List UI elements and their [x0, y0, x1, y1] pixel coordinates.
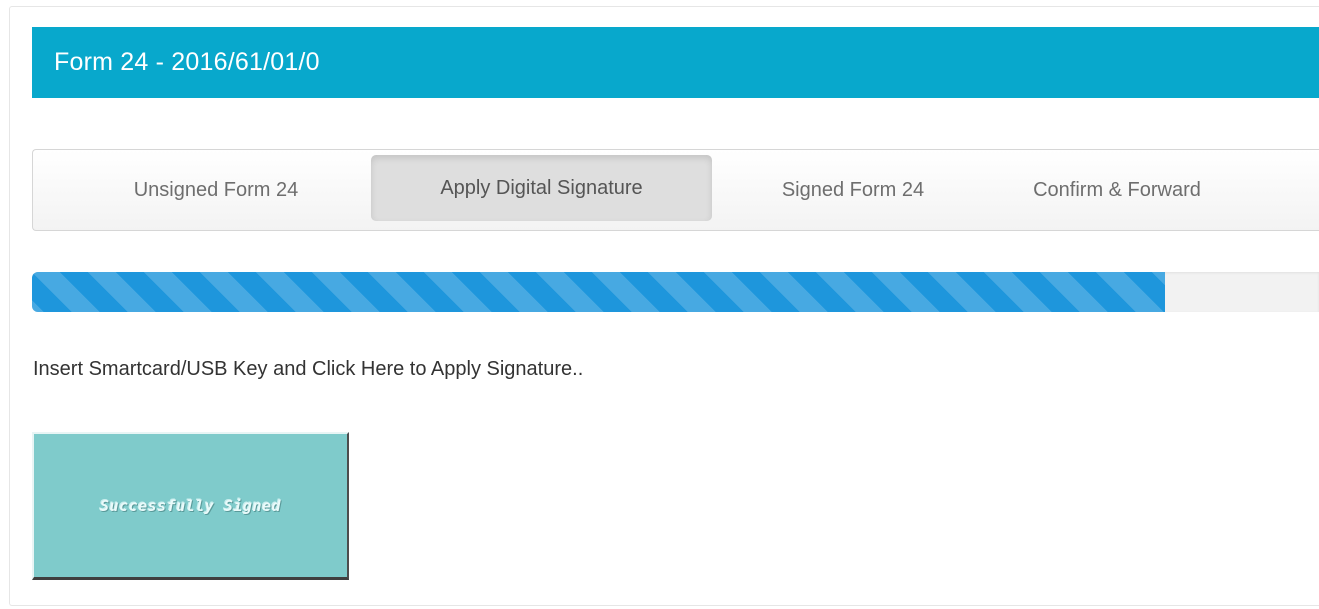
form-header: Form 24 - 2016/61/01/0 — [32, 27, 1319, 98]
apply-signature-link[interactable]: Insert Smartcard/USB Key and Click Here … — [33, 358, 583, 381]
tab-signed-form-24[interactable]: Signed Form 24 — [738, 150, 968, 230]
signing-progress-bar — [32, 272, 1319, 312]
signature-status-button[interactable]: Successfully Signed — [32, 432, 349, 580]
progress-bar-fill — [32, 272, 1165, 312]
tab-apply-digital-signature[interactable]: Apply Digital Signature — [371, 155, 712, 221]
tab-confirm-and-forward[interactable]: Confirm & Forward — [995, 150, 1239, 230]
form-title: Form 24 - 2016/61/01/0 — [54, 48, 320, 76]
wizard-tabs: Unsigned Form 24 Apply Digital Signature… — [32, 149, 1319, 231]
signature-status-label: Successfully Signed — [99, 496, 282, 515]
tab-unsigned-form-24[interactable]: Unsigned Form 24 — [85, 150, 347, 230]
page: Form 24 - 2016/61/01/0 Unsigned Form 24 … — [0, 0, 1319, 609]
